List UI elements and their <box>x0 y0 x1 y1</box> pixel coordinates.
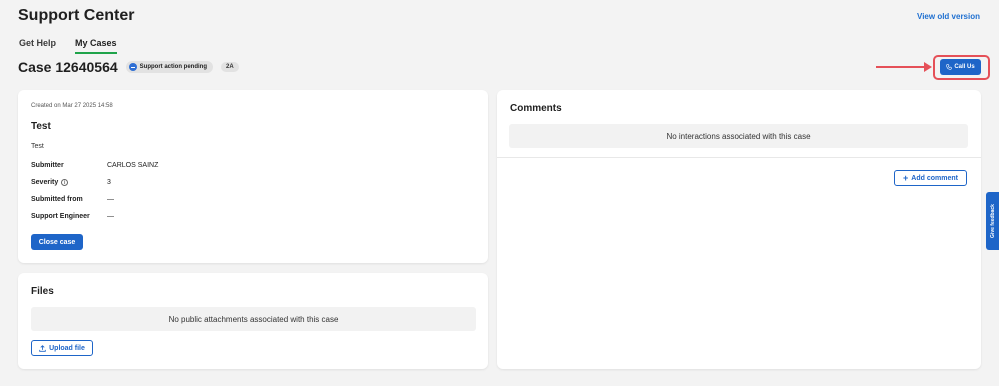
annotation-arrow <box>876 62 932 72</box>
pending-icon <box>128 63 137 71</box>
field-value: CARLOS SAINZ <box>107 162 159 169</box>
plus-icon: + <box>903 172 909 183</box>
case-description: Test <box>31 143 44 150</box>
give-feedback-tab[interactable]: Give feedback <box>986 192 999 250</box>
status-label: Support action pending <box>139 64 207 70</box>
field-label: Severity <box>31 179 59 186</box>
upload-file-label: Upload file <box>49 344 85 352</box>
files-empty-message: No public attachments associated with th… <box>31 307 476 331</box>
divider <box>497 157 981 158</box>
field-label-wrap: Severity i <box>31 179 107 186</box>
give-feedback-label: Give feedback <box>989 204 996 238</box>
case-title: Case 12640564 <box>18 59 118 75</box>
phone-icon <box>946 64 953 70</box>
field-label: Submitted from <box>31 196 83 203</box>
case-subject: Test <box>31 121 51 132</box>
page-title: Support Center <box>18 7 135 24</box>
created-timestamp: Created on Mar 27 2025 14:58 <box>31 103 113 109</box>
upload-file-button[interactable]: Upload file <box>31 340 93 356</box>
call-us-label: Call Us <box>954 64 975 70</box>
case-header: Case 12640564 Support action pending 2A <box>18 59 239 75</box>
field-support-engineer: Support Engineer — <box>31 213 114 220</box>
comments-card: Comments No interactions associated with… <box>497 90 981 369</box>
field-severity: Severity i 3 <box>31 179 111 186</box>
tab-bar: Get Help My Cases <box>19 38 117 54</box>
call-us-button[interactable]: Call Us <box>940 59 981 75</box>
field-value: 3 <box>107 179 111 186</box>
comments-title: Comments <box>510 103 562 114</box>
tab-my-cases[interactable]: My Cases <box>75 38 117 54</box>
comments-empty-message: No interactions associated with this cas… <box>509 124 968 148</box>
status-badge: Support action pending <box>125 61 213 73</box>
field-value: — <box>107 196 114 203</box>
field-label: Support Engineer <box>31 213 90 220</box>
field-value: — <box>107 213 114 220</box>
close-case-button[interactable]: Close case <box>31 234 83 250</box>
view-old-version-link[interactable]: View old version <box>917 12 980 21</box>
info-icon[interactable]: i <box>61 179 69 186</box>
tab-get-help[interactable]: Get Help <box>19 38 56 54</box>
field-submitted-from: Submitted from — <box>31 196 114 203</box>
field-submitter: Submitter CARLOS SAINZ <box>31 162 158 169</box>
files-card: Files No public attachments associated w… <box>18 273 488 369</box>
upload-icon <box>39 344 46 352</box>
add-comment-button[interactable]: + Add comment <box>894 170 967 186</box>
field-label: Submitter <box>31 162 64 169</box>
case-details-card: Created on Mar 27 2025 14:58 Test Test S… <box>18 90 488 263</box>
add-comment-label: Add comment <box>911 174 958 182</box>
files-title: Files <box>31 286 54 297</box>
level-badge: 2A <box>220 62 239 72</box>
